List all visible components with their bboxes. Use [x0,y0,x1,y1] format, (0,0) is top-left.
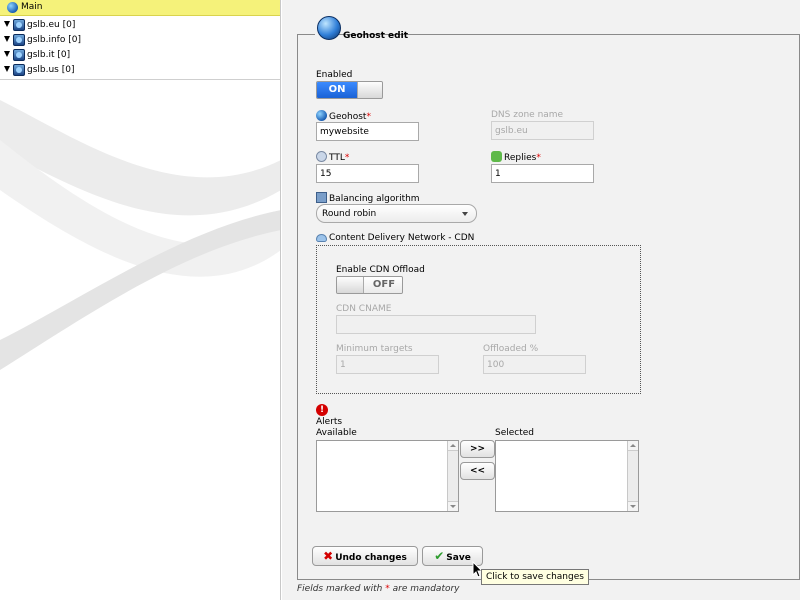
tree-item-gslb-us[interactable]: gslb.us [0] [0,63,280,78]
balancing-select[interactable]: Round robin [316,204,477,223]
remove-alert-button[interactable]: << [460,462,495,480]
geohost-input[interactable]: mywebsite [316,122,419,141]
toggle-off-label: OFF [364,277,402,293]
min-targets-label: Minimum targets [336,344,413,354]
reply-arrows-icon [491,151,502,162]
geohost-label: Geohost* [316,110,371,122]
expand-triangle-icon[interactable] [4,51,10,57]
save-tooltip: Click to save changes [481,569,589,585]
cdn-offload-toggle[interactable]: OFF [336,276,403,294]
tree-root-label: Main [21,2,43,12]
globe-icon [317,16,341,40]
ttl-input[interactable]: 15 [316,164,419,183]
form-legend: Geohost edit [315,15,408,45]
cdn-label: Content Delivery Network - CDN [316,233,474,243]
tree-item-gslb-it[interactable]: gslb.it [0] [0,48,280,63]
toggle-on-label: ON [317,82,357,98]
replies-input[interactable]: 1 [491,164,594,183]
zone-icon [13,19,25,31]
enabled-label: Enabled [316,70,353,80]
cdn-cname-label: CDN CNAME [336,304,392,314]
tree-item-label: gslb.info [0] [27,35,81,45]
ttl-label: TTL* [316,151,349,163]
dropdown-arrow-icon [462,212,468,216]
replies-label: Replies* [491,151,541,163]
expand-triangle-icon[interactable] [4,36,10,42]
balancing-label: Balancing algorithm [316,192,420,204]
form-title: Geohost edit [343,31,408,41]
tree-root-main[interactable]: Main [0,0,280,16]
zone-icon [13,34,25,46]
scroll-up-icon[interactable] [448,441,458,451]
globe-icon [7,2,18,13]
zone-icon [13,49,25,61]
toggle-knob [337,277,364,293]
offloaded-label: Offloaded % [483,344,539,354]
red-x-icon: ✖ [323,549,334,563]
add-alert-button[interactable]: >> [460,440,495,458]
enabled-toggle[interactable]: ON [316,81,383,99]
selected-label: Selected [495,428,535,438]
tree-divider [0,79,280,80]
tree-panel: Main gslb.eu [0] gslb.info [0] gslb.it [… [0,0,281,600]
network-icon [316,192,327,203]
dns-zone-label: DNS zone name [491,110,564,120]
decorative-swoosh-background [0,100,280,370]
mandatory-note: Fields marked with * are mandatory [297,584,460,594]
green-check-icon: ✔ [434,549,445,563]
selected-alerts-list[interactable] [495,440,639,512]
offloaded-input: 100 [483,355,586,374]
globe-icon [316,110,327,121]
scrollbar[interactable] [627,441,638,511]
cloud-icon [316,234,327,242]
toggle-knob [357,82,382,98]
expand-triangle-icon[interactable] [4,66,10,72]
min-targets-input: 1 [336,355,439,374]
cdn-offload-label: Enable CDN Offload [336,265,425,275]
alert-icon: ! [316,404,328,416]
dns-zone-input: gslb.eu [491,121,594,140]
tree-item-gslb-eu[interactable]: gslb.eu [0] [0,18,280,33]
scroll-up-icon[interactable] [628,441,638,451]
available-alerts-list[interactable] [316,440,459,512]
expand-triangle-icon[interactable] [4,21,10,27]
cdn-cname-input [336,315,536,334]
tree-item-label: gslb.eu [0] [27,20,76,30]
available-label: Available [316,428,357,438]
tree-item-gslb-info[interactable]: gslb.info [0] [0,33,280,48]
balancing-selected: Round robin [322,209,377,219]
scrollbar[interactable] [447,441,458,511]
scroll-down-icon[interactable] [628,501,638,511]
undo-changes-button[interactable]: ✖ Undo changes [312,546,418,566]
tree-item-label: gslb.it [0] [27,50,71,60]
zone-icon [13,64,25,76]
clock-icon [316,151,327,162]
alerts-label: Alerts [316,417,343,427]
scroll-down-icon[interactable] [448,501,458,511]
tree-item-label: gslb.us [0] [27,65,75,75]
